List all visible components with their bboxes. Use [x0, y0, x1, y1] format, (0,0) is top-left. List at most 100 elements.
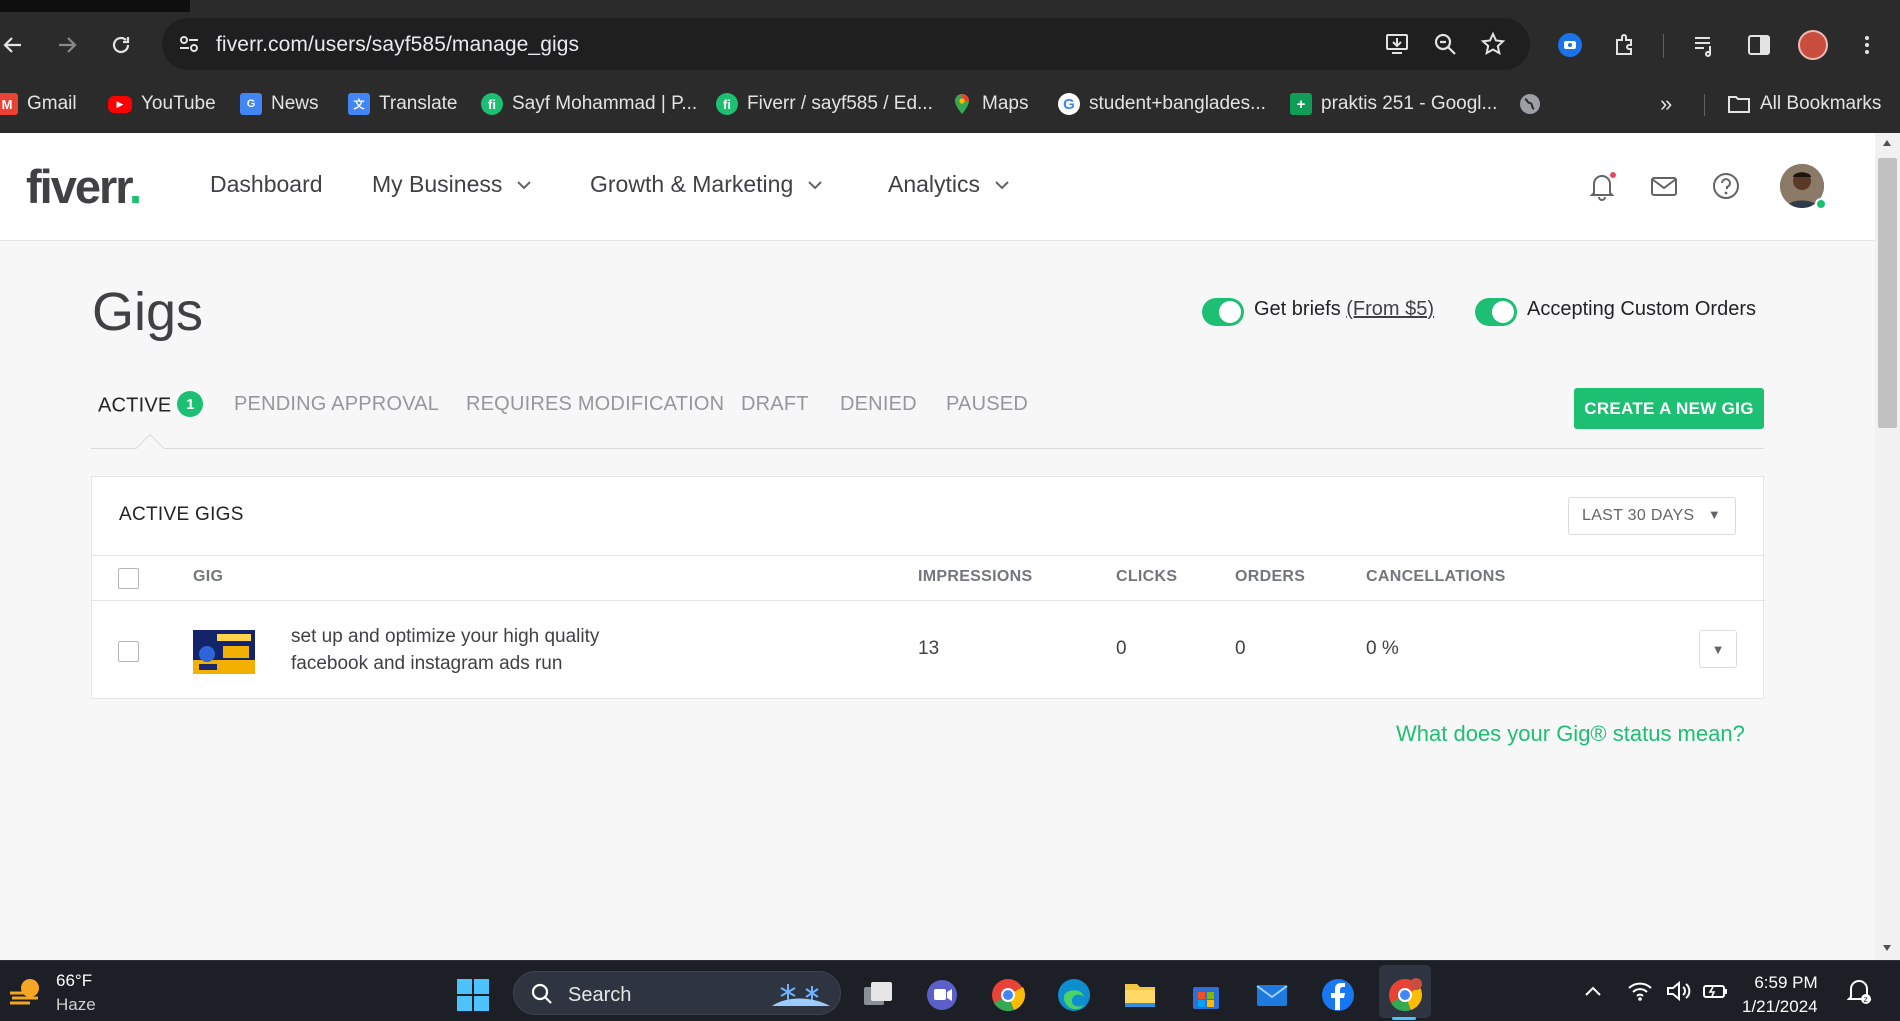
- nav-my-business[interactable]: My Business: [372, 171, 532, 198]
- bookmark-sayf-profile[interactable]: fi Sayf Mohammad | P...: [481, 90, 697, 118]
- chrome-profile-icon[interactable]: [1387, 977, 1423, 1013]
- profile-button[interactable]: [1796, 28, 1830, 62]
- forward-button[interactable]: [50, 28, 84, 62]
- wifi-icon[interactable]: [1627, 979, 1653, 1003]
- microsoft-store-icon[interactable]: [1188, 977, 1224, 1013]
- task-view-icon[interactable]: [860, 977, 896, 1013]
- bookmark-fiverr-edit[interactable]: fi Fiverr / sayf585 / Ed...: [716, 90, 933, 118]
- back-button[interactable]: [0, 28, 30, 62]
- tab-pending-approval[interactable]: PENDING APPROVAL: [234, 393, 439, 416]
- row-checkbox[interactable]: [118, 641, 139, 662]
- messages-icon[interactable]: [1647, 169, 1681, 203]
- side-panel-button[interactable]: [1742, 28, 1776, 62]
- file-explorer-icon[interactable]: [1122, 977, 1158, 1013]
- bookmark-label: Maps: [982, 93, 1029, 114]
- tab-label: ACTIVE: [98, 394, 172, 417]
- select-all-checkbox[interactable]: [118, 568, 139, 589]
- gig-image-icon: [193, 630, 255, 674]
- notifications-icon[interactable]: z: [1846, 977, 1872, 1005]
- all-bookmarks-label: All Bookmarks: [1760, 93, 1882, 114]
- gmail-icon: M: [0, 93, 18, 115]
- taskbar-search[interactable]: Search: [513, 971, 841, 1015]
- chrome-menu-button[interactable]: [1850, 28, 1884, 62]
- edge-icon[interactable]: [1056, 977, 1092, 1013]
- clock-time: 6:59 PM: [1754, 973, 1818, 992]
- gig-status-help-link[interactable]: What does your Gig® status mean?: [1396, 721, 1745, 747]
- custom-orders-toggle[interactable]: [1475, 298, 1517, 326]
- tab-draft[interactable]: DRAFT: [741, 393, 809, 416]
- create-new-gig-button[interactable]: CREATE A NEW GIG: [1574, 388, 1764, 429]
- extension-button[interactable]: [1553, 28, 1587, 62]
- bookmark-maps[interactable]: Maps: [951, 90, 1028, 118]
- mail-icon[interactable]: [1254, 977, 1290, 1013]
- battery-icon[interactable]: [1701, 979, 1729, 1003]
- gig-thumbnail[interactable]: [193, 630, 255, 674]
- column-clicks[interactable]: CLICKS: [1116, 568, 1177, 586]
- tab-requires-modification[interactable]: REQUIRES MODIFICATION: [466, 393, 724, 416]
- get-briefs-label: Get briefs (From $5): [1254, 298, 1434, 321]
- scroll-down-icon[interactable]: [1882, 944, 1892, 952]
- translate-icon: 文: [348, 93, 370, 115]
- nav-growth-marketing[interactable]: Growth & Marketing: [590, 171, 823, 198]
- bookmarks-overflow-button[interactable]: »: [1660, 90, 1672, 118]
- period-select[interactable]: LAST 30 DAYS ▼: [1568, 497, 1736, 535]
- bookmark-label: YouTube: [141, 93, 216, 114]
- fiverr-logo[interactable]: fiverr.: [26, 159, 142, 214]
- reload-button[interactable]: [104, 28, 138, 62]
- notification-bell-icon[interactable]: [1585, 169, 1619, 203]
- bookmark-star-icon[interactable]: [1480, 31, 1506, 57]
- header-divider: [92, 555, 1765, 556]
- scrollbar-thumb[interactable]: [1878, 158, 1897, 428]
- weather-condition: Haze: [56, 995, 96, 1014]
- column-cancellations[interactable]: CANCELLATIONS: [1366, 568, 1506, 586]
- chrome-icon[interactable]: [990, 977, 1026, 1013]
- fiverr-icon: fi: [716, 93, 738, 115]
- url-text[interactable]: fiverr.com/users/sayf585/manage_gigs: [216, 33, 579, 57]
- column-impressions[interactable]: IMPRESSIONS: [918, 568, 1032, 586]
- all-bookmarks-button[interactable]: All Bookmarks: [1727, 90, 1881, 118]
- volume-icon[interactable]: [1665, 979, 1691, 1003]
- facebook-icon[interactable]: [1320, 977, 1356, 1013]
- nav-analytics[interactable]: Analytics: [888, 171, 1010, 198]
- get-briefs-toggle[interactable]: [1202, 298, 1244, 326]
- bookmark-student[interactable]: Gstudent+banglades...: [1058, 90, 1266, 118]
- gig-title-link[interactable]: set up and optimize your high quality fa…: [291, 623, 651, 677]
- folder-icon: [1728, 96, 1750, 113]
- column-orders[interactable]: ORDERS: [1235, 568, 1305, 586]
- tab-denied[interactable]: DENIED: [840, 393, 917, 416]
- tab-paused[interactable]: PAUSED: [946, 393, 1028, 416]
- svg-text:z: z: [1864, 995, 1868, 1004]
- help-icon[interactable]: [1709, 169, 1743, 203]
- windows-start-icon[interactable]: [455, 977, 491, 1013]
- bookmark-news[interactable]: G News: [240, 90, 319, 118]
- bookmark-praktis[interactable]: + praktis 251 - Googl...: [1290, 90, 1497, 118]
- bookmark-globe[interactable]: [1519, 90, 1541, 118]
- tab-active[interactable]: ACTIVE 1: [98, 391, 204, 419]
- teams-chat-icon[interactable]: [924, 977, 960, 1013]
- nav-label: Growth & Marketing: [590, 171, 794, 197]
- site-info-icon[interactable]: [176, 31, 202, 57]
- nav-label: Dashboard: [210, 171, 323, 197]
- briefs-price-link[interactable]: (From $5): [1346, 298, 1434, 320]
- zoom-icon[interactable]: [1432, 31, 1458, 57]
- row-actions-dropdown[interactable]: ▼: [1699, 630, 1737, 668]
- nav-dashboard[interactable]: Dashboard: [210, 171, 323, 198]
- bookmarks-divider: [1704, 94, 1705, 116]
- bookmark-gmail[interactable]: M Gmail: [0, 90, 77, 118]
- extensions-button[interactable]: [1608, 28, 1642, 62]
- nav-label: Analytics: [888, 171, 981, 197]
- reading-list-button[interactable]: [1688, 28, 1722, 62]
- bookmark-translate[interactable]: 文 Translate: [348, 90, 458, 118]
- install-app-icon[interactable]: [1384, 31, 1410, 57]
- fiverr-icon: fi: [481, 93, 503, 115]
- windows-taskbar: 66°F Haze Search 6:59 PM 1/21/2024 z: [0, 960, 1900, 1021]
- active-tab-indicator: [135, 433, 165, 463]
- bookmark-youtube[interactable]: ▶ YouTube: [108, 90, 216, 118]
- active-count-badge: 1: [177, 391, 204, 417]
- bookmark-label: Sayf Mohammad | P...: [512, 93, 698, 114]
- chevron-up-icon[interactable]: [1583, 983, 1603, 999]
- address-bar[interactable]: fiverr.com/users/sayf585/manage_gigs: [162, 18, 1530, 70]
- google-icon: G: [1058, 93, 1080, 115]
- system-clock[interactable]: 6:59 PM 1/21/2024: [1742, 971, 1818, 1019]
- scroll-up-icon[interactable]: [1882, 139, 1892, 147]
